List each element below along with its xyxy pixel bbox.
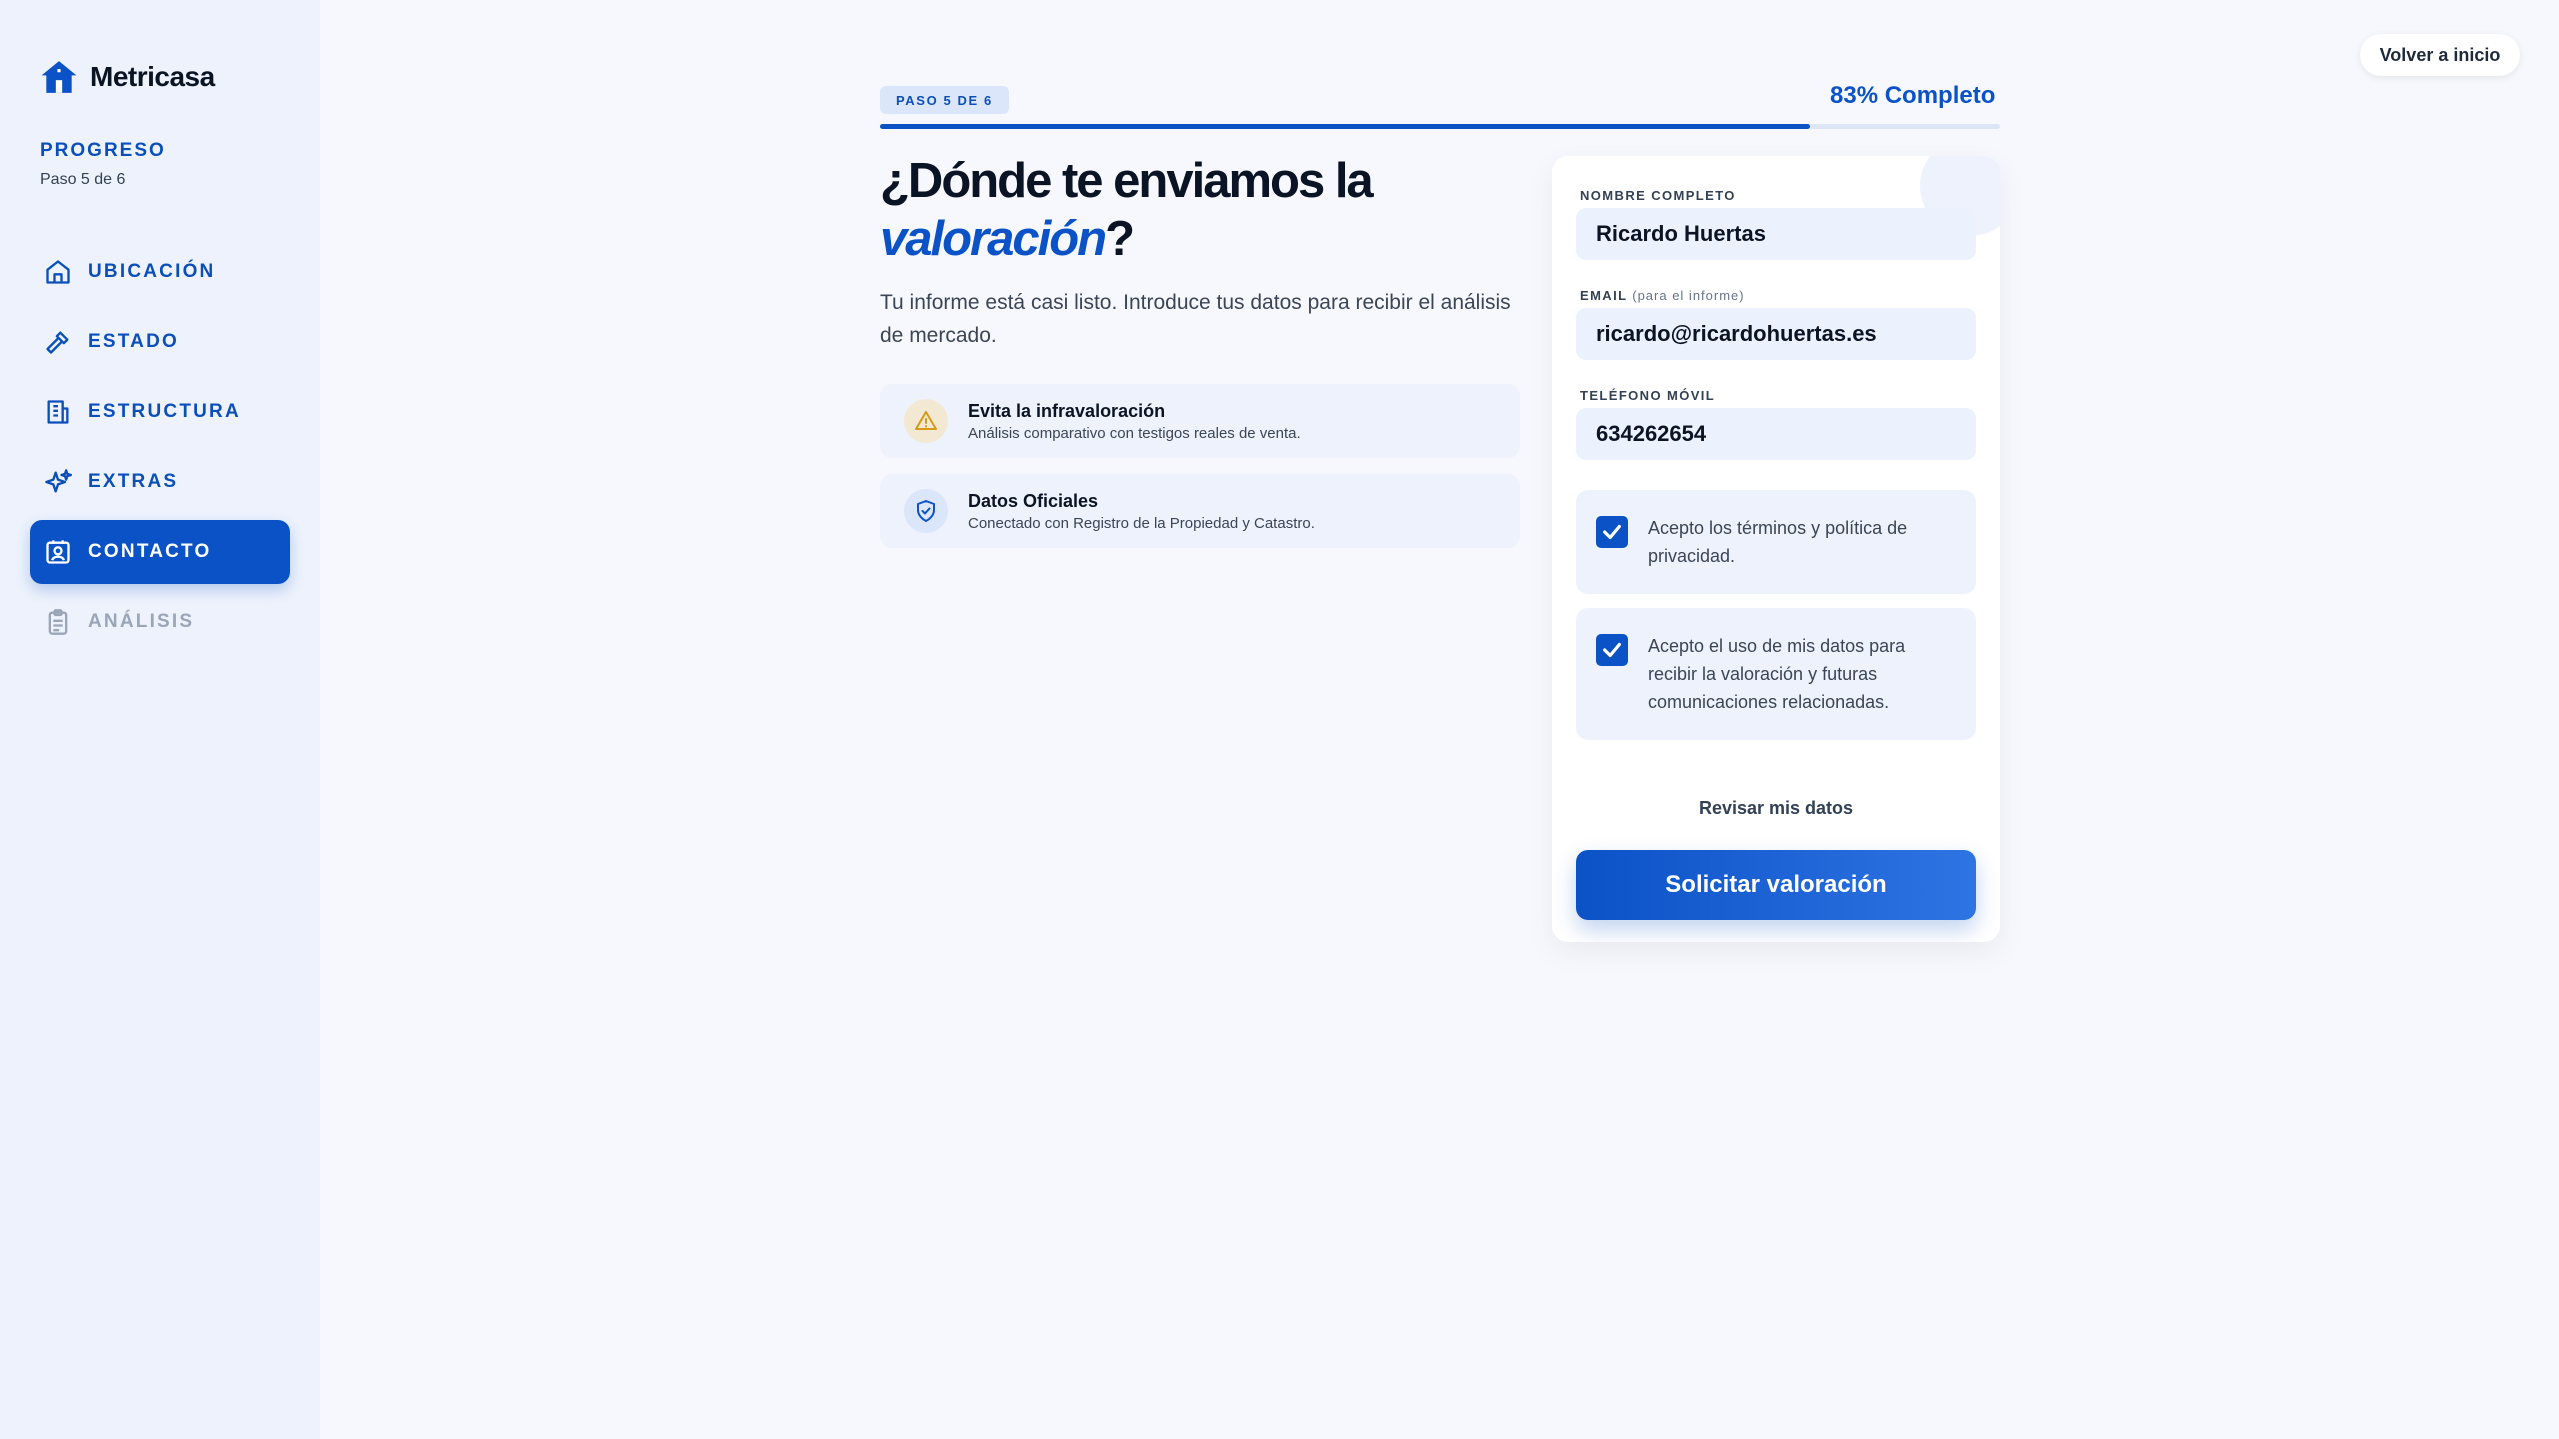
feature-card-undervaluation: Evita la infravaloración Análisis compar… [880,384,1520,458]
sidebar-item-analisis[interactable]: ANÁLISIS [30,590,290,654]
sparkles-icon [45,469,72,493]
progress-subtitle: Paso 5 de 6 [40,171,126,188]
email-label-text: EMAIL [1580,288,1628,303]
terms-checkbox[interactable] [1596,516,1628,548]
building-icon [47,400,69,424]
feature-title: Evita la infravaloración [968,400,1166,421]
submit-valuation-button[interactable]: Solicitar valoración [1576,850,1976,920]
progress-bar-fill [880,124,1810,129]
brand-name: Metricasa [90,61,215,92]
phone-input[interactable] [1576,408,1976,460]
terms-text: Acepto los términos y política de privac… [1648,518,1908,566]
title-end: ? [1105,212,1135,266]
hammer-icon [46,331,69,354]
contact-icon [46,540,70,564]
progress-bar [880,124,2000,129]
contact-form-card: NOMBRE COMPLETO EMAIL (para el informe) … [1552,156,2000,942]
feature-text: Datos Oficiales Conectado con Registro d… [968,491,1315,532]
feature-title: Datos Oficiales [968,490,1099,511]
data-consent[interactable]: Acepto el uso de mis datos para recibir … [1576,608,1976,740]
data-consent-text: Acepto el uso de mis datos para recibir … [1648,636,1906,712]
feature-text: Evita la infravaloración Análisis compar… [968,401,1301,442]
email-hint: (para el informe) [1632,288,1745,303]
sidebar-item-extras[interactable]: EXTRAS [30,450,290,514]
title-emphasis: valoración [880,212,1107,266]
shield-check-icon [917,500,935,522]
name-input[interactable] [1576,208,1976,260]
email-input[interactable] [1576,308,1976,360]
progress-percent: 83% Completo [1830,82,1996,109]
title-text: ¿Dónde te enviamos la [880,154,1374,208]
back-home-button[interactable]: Volver a inicio [2360,34,2520,76]
clipboard-icon [48,609,68,635]
warning-icon [915,411,937,430]
step-badge: PASO 5 DE 6 [880,86,1009,114]
intro-text: Tu informe está casi listo. Introduce tu… [880,291,1511,347]
sidebar-item-estado[interactable]: ESTADO [30,310,290,374]
brand-logo[interactable]: Metricasa [40,58,215,96]
feature-icon-wrapper [904,399,948,443]
sidebar-item-estructura[interactable]: ESTRUCTURA [30,380,290,444]
name-label: NOMBRE COMPLETO [1580,188,1736,203]
sidebar-item-label: UBICACIÓN [88,261,216,282]
review-data-link[interactable]: Revisar mis datos [1576,798,1976,819]
page-title: ¿Dónde te enviamos la valoración? [880,152,1440,268]
check-icon [1603,524,1621,540]
home-icon [46,260,70,284]
sidebar-item-label: ESTRUCTURA [88,401,241,422]
feature-description: Conectado con Registro de la Propiedad y… [968,514,1315,532]
feature-card-official-data: Datos Oficiales Conectado con Registro d… [880,474,1520,548]
sidebar: Metricasa PROGRESO Paso 5 de 6 UBICACIÓN… [0,0,320,1439]
terms-consent[interactable]: Acepto los términos y política de privac… [1576,490,1976,594]
sidebar-item-ubicacion[interactable]: UBICACIÓN [30,240,290,304]
check-icon [1603,642,1621,658]
sidebar-item-label: EXTRAS [88,471,179,492]
sidebar-item-contacto[interactable]: CONTACTO [30,520,290,584]
phone-label: TELÉFONO MÓVIL [1580,388,1716,403]
email-label: EMAIL (para el informe) [1580,288,1745,303]
data-checkbox[interactable] [1596,634,1628,666]
feature-icon-wrapper [904,489,948,533]
progress-title: PROGRESO [40,140,166,161]
house-logo-icon [41,61,77,93]
feature-description: Análisis comparativo con testigos reales… [968,424,1301,442]
sidebar-item-label: CONTACTO [88,541,212,562]
step-navigation: UBICACIÓN ESTADO ESTRUCTURA EXTRAS CONTA… [30,240,290,660]
sidebar-item-label: ANÁLISIS [88,611,195,632]
sidebar-item-label: ESTADO [88,331,179,352]
